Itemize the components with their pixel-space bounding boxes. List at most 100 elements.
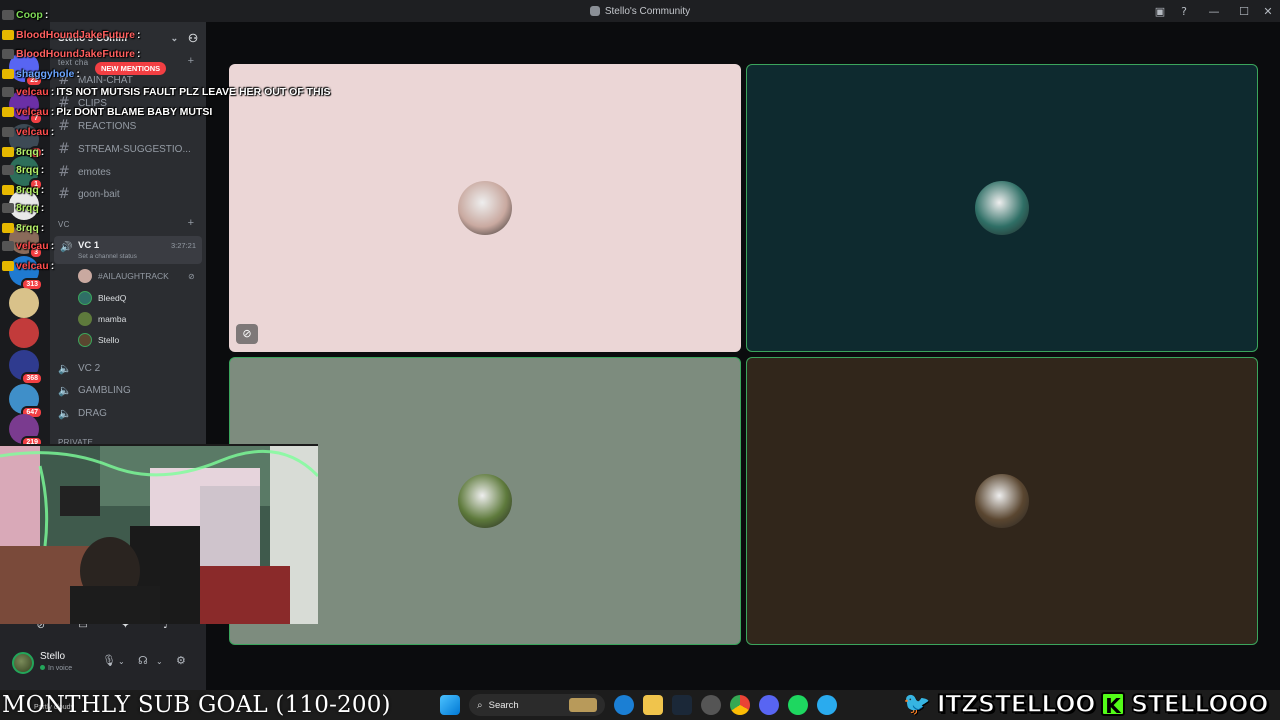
video-tile-bleedq[interactable] (746, 64, 1258, 352)
server-icon[interactable] (9, 288, 39, 318)
speaker-icon: 🔈 (58, 406, 72, 420)
channel-stream-suggestions[interactable]: # STREAM-SUGGESTIO... (58, 139, 198, 159)
chat-username: 8rqq (16, 222, 39, 234)
chat-message: Coop : (2, 9, 50, 21)
headphones-icon[interactable]: ☊ (138, 654, 148, 667)
spotify-icon[interactable] (788, 695, 808, 715)
voice-channel-gambling[interactable]: 🔈 GAMBLING (58, 380, 198, 400)
steam-icon[interactable] (672, 695, 692, 715)
edge-icon[interactable] (614, 695, 634, 715)
hash-icon: # (58, 118, 70, 134)
chat-message: velcau : (2, 260, 56, 272)
voice-channel-vc2[interactable]: 🔈 VC 2 (58, 358, 198, 378)
speaker-icon: 🔈 (58, 383, 72, 397)
chat-username: 8rqq (16, 164, 39, 176)
hash-icon: # (58, 141, 70, 157)
vc-timer: 3:27:21 (170, 241, 196, 250)
chat-message: BloodHoundJakeFuture : (2, 29, 143, 41)
chevron-down-icon[interactable]: ⌄ (118, 657, 125, 666)
add-channel-icon[interactable]: + (188, 217, 194, 229)
user-panel: Stello In voice 🎙 ⌄ ☊ ⌄ ⚙ (0, 638, 206, 690)
chat-badge-icon (2, 261, 14, 271)
webcam-feed (0, 446, 318, 624)
channel-status-input[interactable]: Set a channel status (78, 253, 137, 260)
sub-goal-banner: MONTHLY SUB GOAL (110-200) (2, 692, 391, 718)
taskbar-apps: ⌕ Search (440, 693, 837, 717)
channel-goon-bait[interactable]: # goon-bait (58, 184, 198, 204)
speaker-icon: 🔊 (60, 242, 73, 253)
muted-icon: ⊘ (236, 324, 258, 344)
telegram-icon[interactable] (817, 695, 837, 715)
vc-user[interactable]: BleedQ (78, 289, 126, 307)
chat-text: ITS NOT MUTSIS FAULT PLZ LEAVE HER OUT O… (56, 86, 331, 98)
chat-badge-icon (2, 107, 14, 117)
channel-reactions[interactable]: # REACTIONS (58, 116, 198, 136)
chat-message: 8rqq : (2, 146, 46, 158)
chat-message: velcau : Plz DONT BLAME BABY MUTSI (2, 106, 212, 118)
avatar (458, 181, 512, 235)
chat-badge-icon (2, 241, 14, 251)
chat-username: BloodHoundJakeFuture (16, 48, 136, 60)
muted-icon: ⊘ (188, 271, 195, 281)
chat-username: velcau (16, 106, 49, 118)
vc-user[interactable]: #AILAUGHTRACK ⊘ (78, 267, 195, 285)
chat-badge-icon (2, 49, 14, 59)
search-highlight-icon (569, 698, 597, 712)
chat-username: shaggyhole (16, 68, 75, 80)
chrome-icon[interactable] (730, 695, 750, 715)
social-handles: 🐦 ITZSTELLOO K STELLOOO (903, 688, 1269, 720)
avatar[interactable] (12, 652, 34, 674)
vc-user[interactable]: Stello (78, 331, 119, 349)
chat-badge-icon (2, 127, 14, 137)
avatar (975, 181, 1029, 235)
chat-message: 8rqq : (2, 184, 46, 196)
video-tile-stello[interactable] (746, 357, 1258, 645)
chevron-down-icon[interactable]: ⌄ (171, 33, 179, 44)
add-channel-icon[interactable]: + (188, 55, 194, 67)
help-icon[interactable]: ? (1172, 5, 1196, 18)
avatar (78, 269, 92, 283)
start-icon[interactable] (440, 695, 460, 715)
chat-message: BloodHoundJakeFuture : (2, 48, 143, 60)
obs-icon[interactable] (701, 695, 721, 715)
server-icon[interactable]: 219 (9, 414, 43, 449)
chat-message: 8rqq : (2, 164, 46, 176)
channel-emotes[interactable]: # emotes (58, 162, 198, 182)
search-icon: ⌕ (477, 699, 483, 711)
vc-user[interactable]: mamba (78, 310, 126, 328)
minimize-button[interactable]: — (1196, 5, 1232, 18)
close-button[interactable]: ✕ (1256, 5, 1280, 18)
chat-badge-icon (2, 10, 14, 20)
user-status: In voice (40, 665, 72, 672)
server-icon[interactable] (9, 318, 39, 348)
chat-badge-icon (2, 69, 14, 79)
chat-message: velcau : (2, 240, 56, 252)
inbox-icon[interactable]: ▣ (1148, 5, 1172, 18)
video-tile-ailaughtrack[interactable]: ⊘ (229, 64, 741, 352)
gear-icon[interactable]: ⚙ (176, 654, 186, 667)
file-explorer-icon[interactable] (643, 695, 663, 715)
taskbar-search[interactable]: ⌕ Search (469, 694, 605, 716)
voice-channel-vc1[interactable]: 🔊 VC 1 3:27:21 Set a channel status (54, 236, 202, 264)
microphone-icon[interactable]: 🎙 (102, 654, 116, 667)
chevron-down-icon[interactable]: ⌄ (156, 657, 163, 666)
chat-text: Plz DONT BLAME BABY MUTSI (56, 106, 213, 118)
add-user-icon[interactable]: ⚇ (188, 32, 198, 45)
chat-username: velcau (16, 260, 49, 272)
server-icon[interactable]: 368 (9, 350, 43, 385)
server-icon[interactable]: 647 (9, 384, 43, 419)
category-vc[interactable]: VC (58, 220, 70, 229)
twitter-handle: ITZSTELLOO (936, 689, 1096, 719)
chat-message: 8rqq : (2, 202, 46, 214)
title-bar: Stello's Community ▣ ? — ☐ ✕ (0, 0, 1280, 22)
maximize-button[interactable]: ☐ (1232, 5, 1256, 18)
twitter-icon: 🐦 (903, 691, 931, 717)
chat-username: Coop (16, 9, 43, 21)
chat-username: 8rqq (16, 202, 39, 214)
discord-icon[interactable] (759, 695, 779, 715)
avatar (975, 474, 1029, 528)
chat-username: 8rqq (16, 184, 39, 196)
chat-message: velcau : (2, 126, 56, 138)
kick-icon: K (1101, 692, 1125, 718)
voice-channel-drag[interactable]: 🔈 DRAG (58, 403, 198, 423)
